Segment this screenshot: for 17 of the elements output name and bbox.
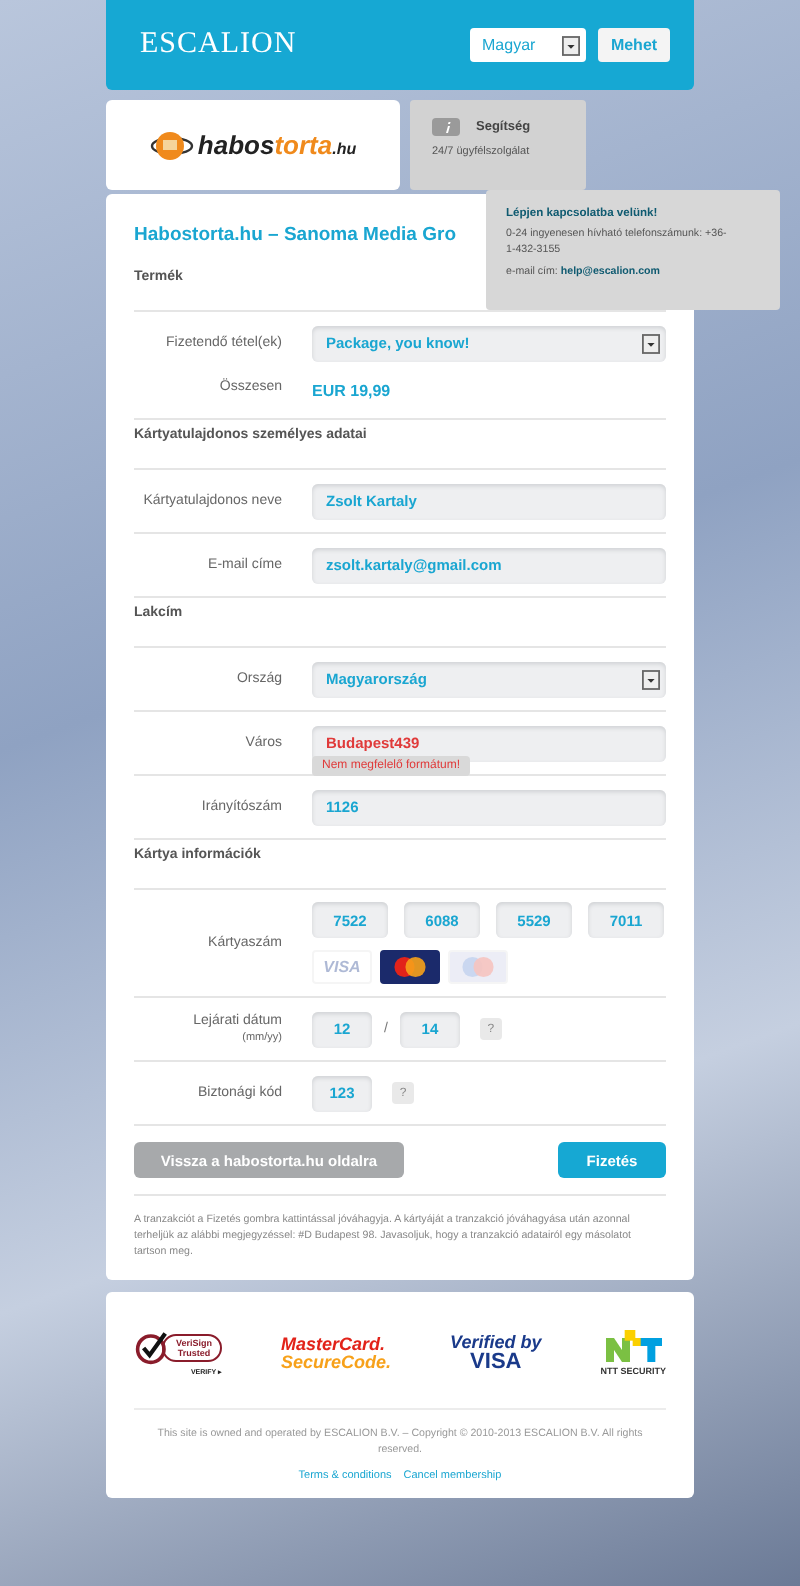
caret-icon [642, 669, 660, 689]
brand-logo: ESCALION [140, 28, 297, 62]
total-amount: EUR 19,99 [312, 382, 391, 400]
info-icon [432, 118, 460, 136]
go-button[interactable]: Mehet [598, 28, 670, 62]
globe-icon [149, 127, 194, 163]
checkmark-seal-icon [134, 1330, 170, 1367]
visa-logo[interactable]: VISA [312, 950, 372, 984]
language-select[interactable]: Magyar [470, 28, 586, 62]
verified-by-visa-logo: Verified by VISA [450, 1333, 542, 1374]
merchant-logo-text: habostorta.hu [197, 130, 357, 160]
caret-icon [562, 35, 580, 55]
caret-icon [642, 333, 660, 353]
securecode-logo: MasterCard. SecureCode. [281, 1335, 392, 1372]
mastercard-logo[interactable] [380, 950, 440, 984]
ntt-logo-drawing [605, 1330, 662, 1363]
page-title: Habostorta.hu – Sanoma Media Gro [134, 222, 456, 250]
